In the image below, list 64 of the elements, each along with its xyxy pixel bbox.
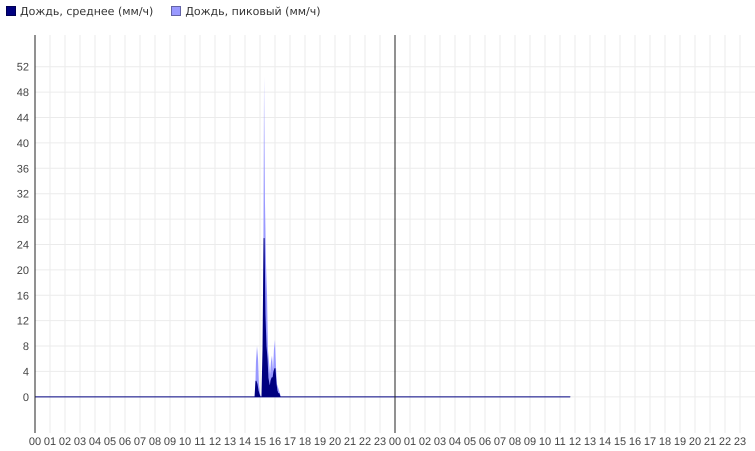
axis-label: 20 — [688, 436, 702, 448]
legend-label: Дождь, среднее (мм/ч) — [20, 4, 154, 18]
axis-label: 15 — [254, 436, 266, 448]
axis-label: 28 — [16, 214, 29, 226]
axis-label: 04 — [448, 436, 462, 448]
axis-label: 36 — [16, 163, 29, 176]
axis-label: 12 — [16, 316, 29, 328]
axis-label: 00 — [28, 436, 42, 448]
axis-label: 21 — [704, 436, 716, 448]
axis-label: 20 — [328, 436, 342, 448]
axis-label: 14 — [598, 436, 612, 448]
axis-label: 16 — [628, 436, 642, 448]
axis-label: 00 — [388, 436, 402, 448]
axis-label: 10 — [538, 436, 552, 448]
axis-label: 22 — [358, 436, 372, 448]
axis-label: 40 — [16, 138, 29, 150]
axis-label: 4 — [22, 366, 29, 378]
axis-label: 18 — [658, 436, 672, 448]
axis-label: 04 — [88, 436, 102, 448]
axis-label: 15 — [614, 436, 626, 448]
axis-label: 48 — [16, 87, 29, 100]
axis-label: 16 — [16, 290, 29, 302]
axis-label: 01 — [44, 436, 56, 448]
axis-label: 06 — [478, 436, 492, 448]
axis-label: 12 — [208, 436, 222, 448]
axis-label: 05 — [464, 436, 476, 448]
axis-label: 13 — [224, 436, 236, 448]
axis-label: 23 — [374, 436, 386, 448]
axis-label: 18 — [298, 436, 312, 448]
axis-label: 8 — [22, 341, 29, 354]
axis-label: 09 — [524, 436, 536, 448]
axis-label: 16 — [268, 436, 282, 448]
axis-label: 03 — [434, 436, 446, 448]
axis-label: 23 — [734, 436, 746, 448]
axis-label: 11 — [194, 436, 206, 448]
axis-label: 13 — [584, 436, 596, 448]
axis-label: 17 — [284, 436, 296, 448]
axis-label: 07 — [494, 436, 506, 448]
axis-label: 02 — [418, 436, 432, 448]
axis-label: 01 — [404, 436, 416, 448]
axis-label: 11 — [554, 436, 566, 448]
axis-label: 21 — [344, 436, 356, 448]
axis-label: 44 — [16, 112, 29, 125]
axis-label: 19 — [674, 436, 686, 448]
axis-label: 19 — [314, 436, 326, 448]
axis-label: 08 — [508, 436, 522, 448]
axis-label: 0 — [22, 392, 29, 404]
axis-label: 03 — [74, 436, 86, 448]
axis-label: 09 — [164, 436, 176, 448]
axis-label: 52 — [16, 62, 29, 74]
axis-label: 12 — [568, 436, 582, 448]
axis-label: 22 — [718, 436, 732, 448]
axis-label: 10 — [178, 436, 192, 448]
axis-label: 06 — [118, 436, 132, 448]
axis-label: 24 — [16, 239, 29, 252]
axis-label: 02 — [58, 436, 72, 448]
axis-label: 17 — [644, 436, 656, 448]
axis-label: 07 — [134, 436, 146, 448]
legend-label: Дождь, пиковый (мм/ч) — [185, 4, 321, 18]
axis-label: 20 — [16, 264, 29, 277]
axis-label: 05 — [104, 436, 116, 448]
axis-label: 08 — [148, 436, 162, 448]
axis-label: 32 — [16, 188, 29, 201]
axis-label: 14 — [238, 436, 252, 448]
